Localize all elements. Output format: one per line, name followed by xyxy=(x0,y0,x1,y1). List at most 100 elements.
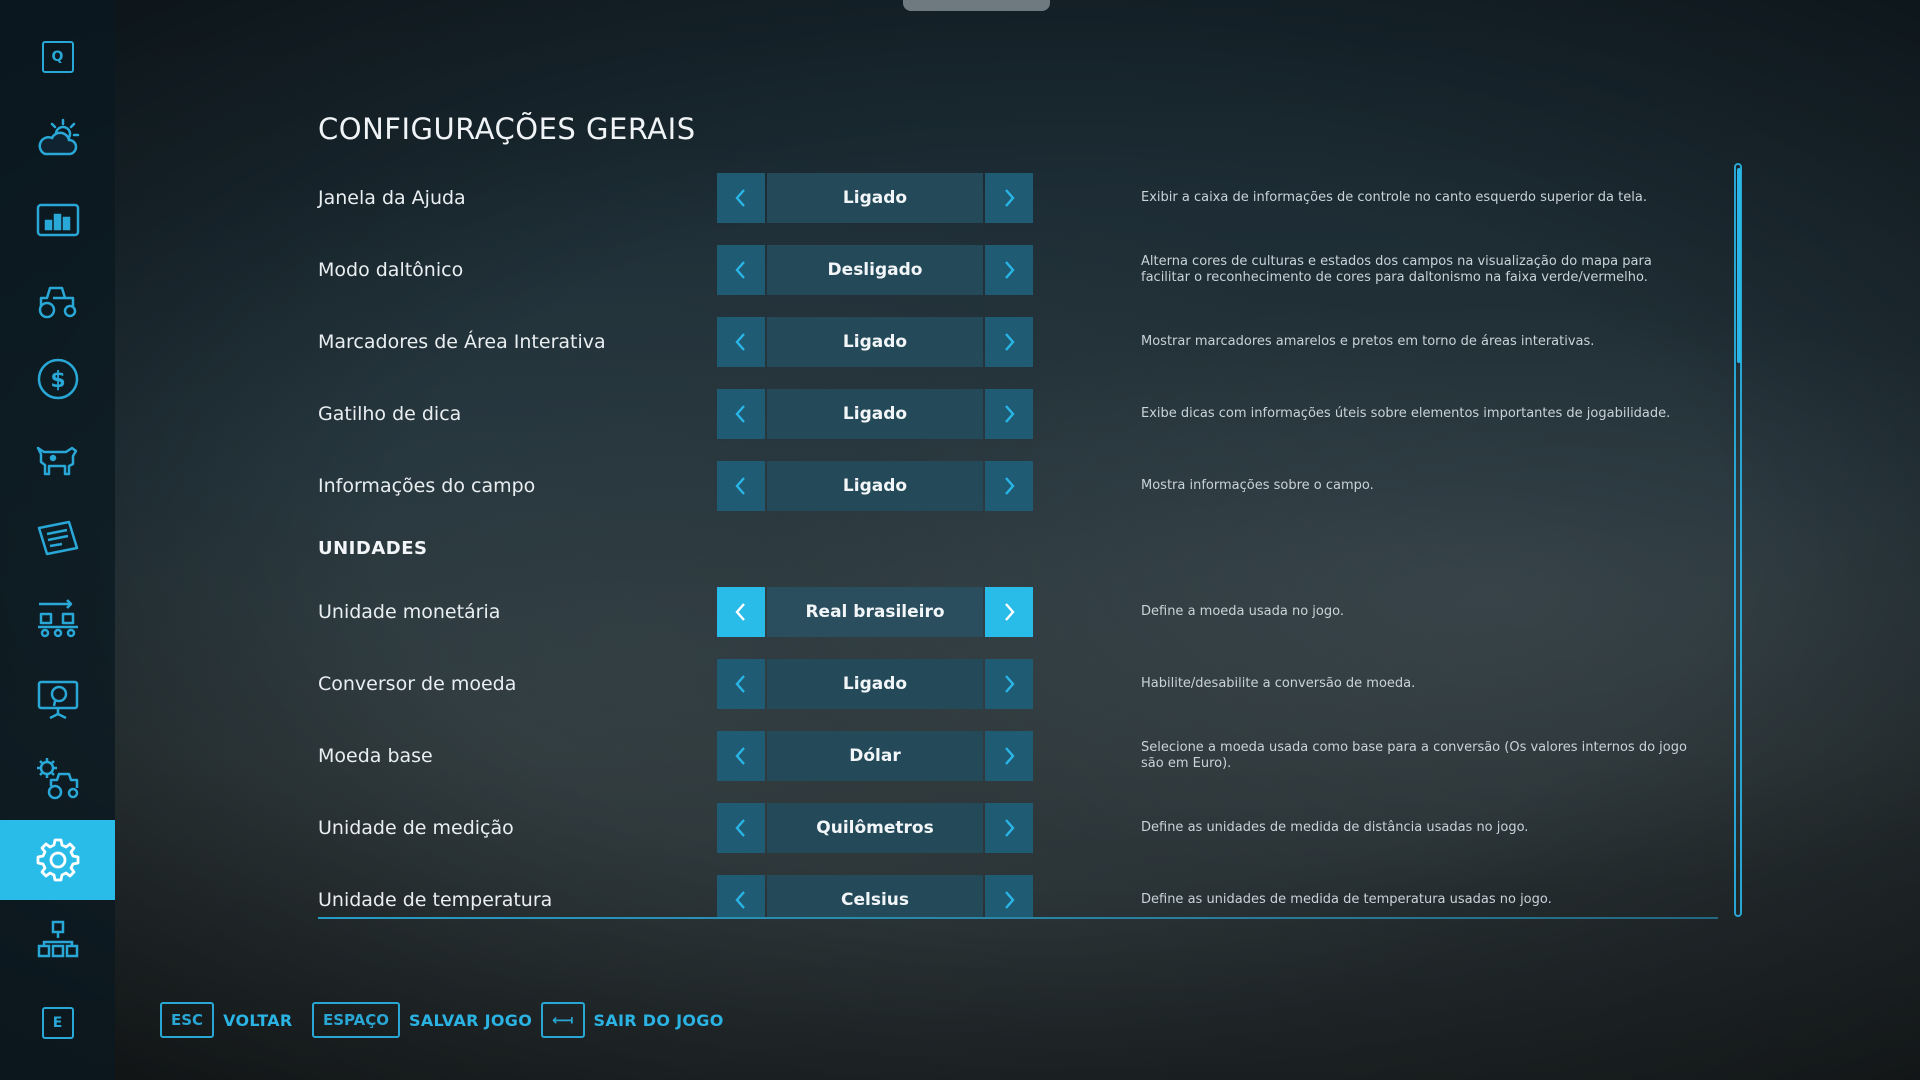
statistics-icon xyxy=(36,203,79,237)
arrow-right-button[interactable] xyxy=(985,317,1033,367)
chevron-left-icon xyxy=(735,189,745,207)
arrow-left-button[interactable] xyxy=(717,659,765,709)
arrow-left-button[interactable] xyxy=(717,731,765,781)
weather-icon xyxy=(38,118,79,156)
arrow-left-button[interactable] xyxy=(717,587,765,637)
sidebar-prev-page-key[interactable]: Q xyxy=(0,18,115,96)
option-selector[interactable]: Ligado xyxy=(717,317,1033,367)
sidebar-item-contracts[interactable] xyxy=(0,500,115,578)
page-title: CONFIGURAÇÕES GERAIS xyxy=(318,112,696,146)
chevron-right-icon xyxy=(1005,189,1015,207)
setting-label: Modo daltônico xyxy=(318,259,464,281)
chevron-right-icon xyxy=(1005,405,1015,423)
sidebar-item-vehicle-settings[interactable] xyxy=(0,740,115,818)
option-selector[interactable]: Quilômetros xyxy=(717,803,1033,853)
settings-gear-icon xyxy=(36,838,79,882)
setting-description: Exibir a caixa de informações de control… xyxy=(1141,190,1647,205)
option-value: Ligado xyxy=(767,659,983,709)
setting-label: Marcadores de Área Interativa xyxy=(318,331,606,353)
arrow-left-button[interactable] xyxy=(717,875,765,917)
chevron-right-icon xyxy=(1005,675,1015,693)
option-value: Celsius xyxy=(767,875,983,917)
sidebar-item-statistics[interactable] xyxy=(0,182,115,260)
scrollbar-thumb[interactable] xyxy=(1737,168,1741,363)
option-selector[interactable]: Dólar xyxy=(717,731,1033,781)
top-drawer-handle[interactable] xyxy=(903,0,1050,11)
tractor-icon xyxy=(38,286,76,319)
backspace-key-icon: ⟻ xyxy=(541,1002,585,1038)
save-game-label: SALVAR JOGO xyxy=(409,1010,533,1030)
arrow-right-button[interactable] xyxy=(985,389,1033,439)
setting-label: Unidade de medição xyxy=(318,817,514,839)
arrow-right-button[interactable] xyxy=(985,659,1033,709)
option-selector[interactable]: Ligado xyxy=(717,173,1033,223)
setting-row-field-info: Informações do campo Ligado Mostra infor… xyxy=(318,461,1708,511)
back-button[interactable]: ESC VOLTAR xyxy=(160,1002,293,1038)
option-value: Ligado xyxy=(767,461,983,511)
sidebar-item-finances[interactable]: $ xyxy=(0,340,115,418)
list-bottom-divider xyxy=(318,917,1718,919)
setting-label: Conversor de moeda xyxy=(318,673,517,695)
chevron-left-icon xyxy=(735,891,745,909)
setting-description: Define as unidades de medida de distânci… xyxy=(1141,820,1529,835)
svg-text:$: $ xyxy=(50,368,65,393)
option-value: Quilômetros xyxy=(767,803,983,853)
arrow-right-button[interactable] xyxy=(985,587,1033,637)
setting-label: Unidade monetária xyxy=(318,601,501,623)
option-selector[interactable]: Ligado xyxy=(717,389,1033,439)
chevron-right-icon xyxy=(1005,477,1015,495)
arrow-right-button[interactable] xyxy=(985,173,1033,223)
arrow-left-button[interactable] xyxy=(717,389,765,439)
quit-game-label: SAIR DO JOGO xyxy=(593,1010,724,1030)
setting-description: Habilite/desabilite a conversão de moeda… xyxy=(1141,676,1416,691)
setting-row-colorblind-mode: Modo daltônico Desligado Alterna cores d… xyxy=(318,245,1708,295)
chevron-left-icon xyxy=(735,747,745,765)
quit-game-button[interactable]: ⟻ SAIR DO JOGO xyxy=(541,1002,724,1038)
tutorial-icon xyxy=(37,680,78,720)
e-key-hint: E xyxy=(41,1007,74,1039)
save-game-button[interactable]: ESPAÇO SALVAR JOGO xyxy=(312,1002,532,1038)
option-selector[interactable]: Ligado xyxy=(717,461,1033,511)
arrow-right-button[interactable] xyxy=(985,875,1033,917)
setting-row-hint-trigger: Gatilho de dica Ligado Exibe dicas com i… xyxy=(318,389,1708,439)
sidebar-item-weather[interactable] xyxy=(0,100,115,178)
setting-description: Define a moeda usada no jogo. xyxy=(1141,604,1344,619)
sidebar-item-network[interactable] xyxy=(0,902,115,980)
chevron-left-icon xyxy=(735,819,745,837)
arrow-left-button[interactable] xyxy=(717,245,765,295)
arrow-right-button[interactable] xyxy=(985,803,1033,853)
setting-row-measurement-unit: Unidade de medição Quilômetros Define as… xyxy=(318,803,1708,853)
setting-row-base-currency: Moeda base Dólar Selecione a moeda usada… xyxy=(318,731,1708,781)
setting-label: Unidade de temperatura xyxy=(318,889,553,911)
arrow-left-button[interactable] xyxy=(717,173,765,223)
option-selector[interactable]: Real brasileiro xyxy=(717,587,1033,637)
setting-row-currency-converter: Conversor de moeda Ligado Habilite/desab… xyxy=(318,659,1708,709)
chevron-left-icon xyxy=(735,405,745,423)
sidebar-item-vehicles[interactable] xyxy=(0,262,115,340)
setting-description: Mostra informações sobre o campo. xyxy=(1141,478,1374,493)
arrow-left-button[interactable] xyxy=(717,461,765,511)
arrow-right-button[interactable] xyxy=(985,245,1033,295)
setting-row-currency-unit: Unidade monetária Real brasileiro Define… xyxy=(318,587,1708,637)
arrow-left-button[interactable] xyxy=(717,317,765,367)
chevron-right-icon xyxy=(1005,747,1015,765)
option-selector[interactable]: Ligado xyxy=(717,659,1033,709)
option-selector[interactable]: Celsius xyxy=(717,875,1033,917)
sidebar-next-page-key[interactable]: E xyxy=(0,984,115,1062)
setting-label: Informações do campo xyxy=(318,475,536,497)
chevron-left-icon xyxy=(735,603,745,621)
arrow-right-button[interactable] xyxy=(985,731,1033,781)
section-header-units: UNIDADES xyxy=(318,538,428,559)
chevron-right-icon xyxy=(1005,333,1015,351)
option-selector[interactable]: Desligado xyxy=(717,245,1033,295)
chevron-left-icon xyxy=(735,675,745,693)
sidebar-item-tutorials[interactable] xyxy=(0,660,115,738)
setting-row-interactive-markers: Marcadores de Área Interativa Ligado Mos… xyxy=(318,317,1708,367)
sidebar-item-settings[interactable] xyxy=(0,820,115,900)
setting-description: Alterna cores de culturas e estados dos … xyxy=(1141,254,1652,285)
arrow-right-button[interactable] xyxy=(985,461,1033,511)
arrow-left-button[interactable] xyxy=(717,803,765,853)
sidebar-item-production[interactable] xyxy=(0,580,115,658)
sidebar-item-animals[interactable] xyxy=(0,420,115,498)
option-value: Ligado xyxy=(767,389,983,439)
